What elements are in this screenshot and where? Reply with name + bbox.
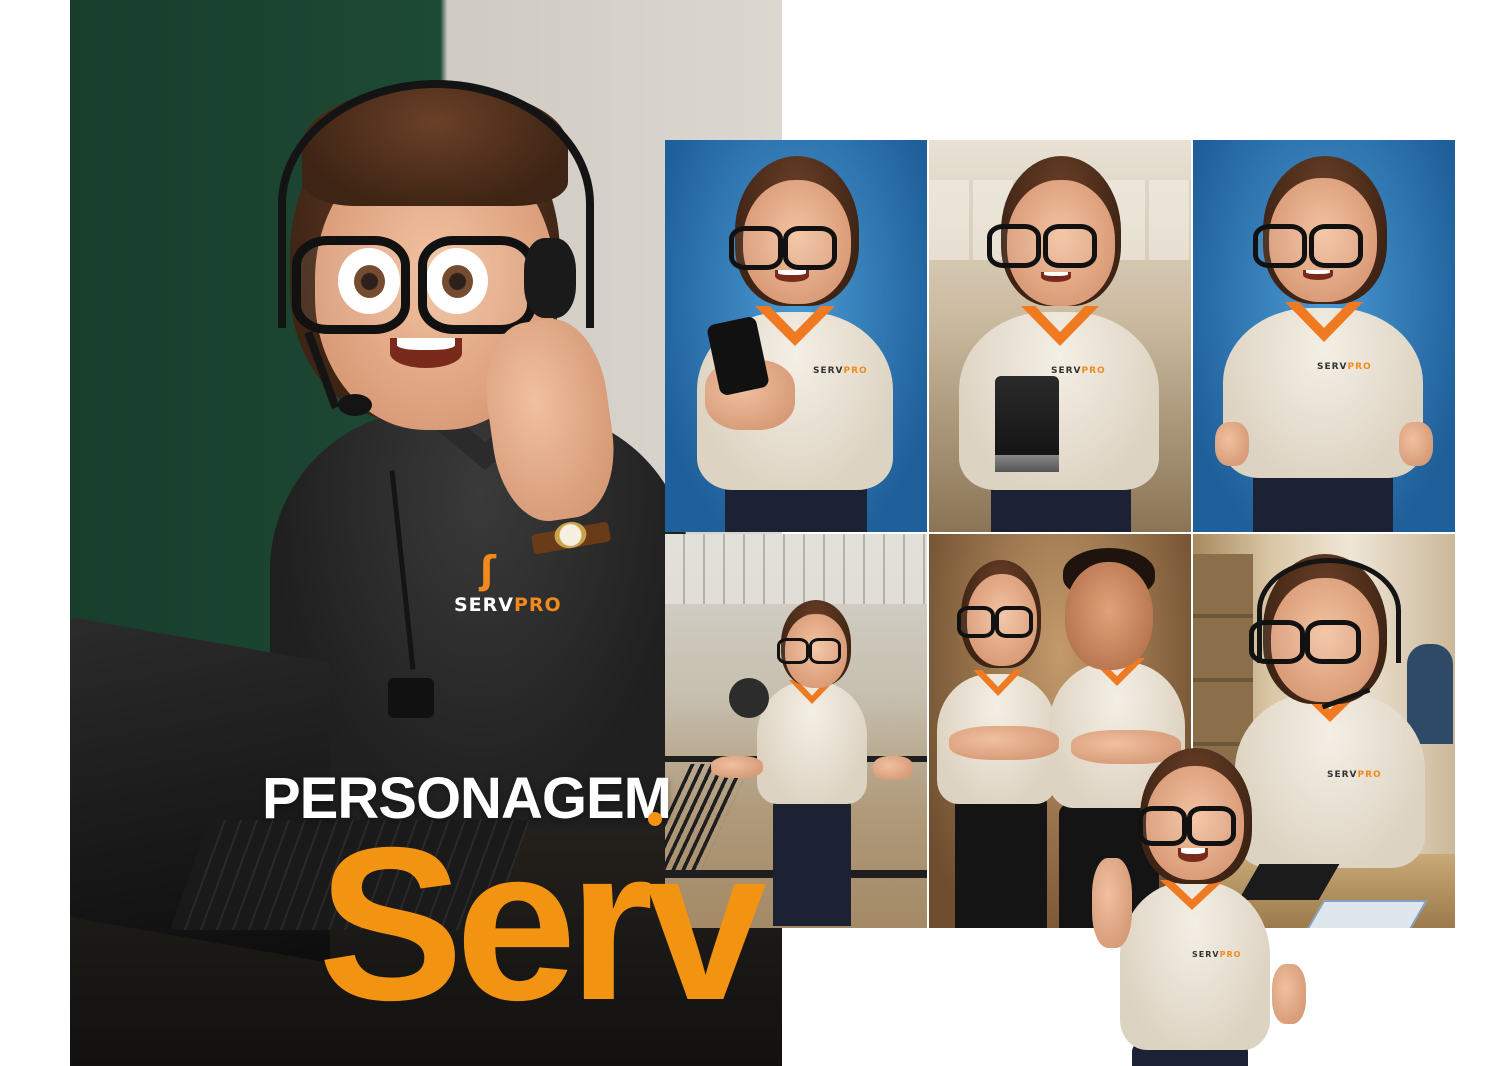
background-worker xyxy=(729,678,769,718)
cutout-pointing-character: SERVPRO xyxy=(1088,744,1312,1066)
thumb-holding-phone: SERVPRO xyxy=(665,140,927,532)
headset-icon xyxy=(1257,558,1401,663)
notepad xyxy=(1306,900,1428,928)
hero-logo-text: SERVPRO xyxy=(454,594,562,616)
hero-smile xyxy=(390,338,462,368)
title-accent-dot xyxy=(648,812,662,826)
servpro-logo-icon: ʃ xyxy=(480,548,496,592)
headset-earcup xyxy=(524,238,576,318)
badge-holder xyxy=(388,678,434,718)
device-icon xyxy=(995,376,1059,472)
title-serv: Serv xyxy=(318,803,767,1046)
pointing-hand-icon xyxy=(1092,858,1132,948)
thumb-hands-on-hips: SERVPRO xyxy=(1193,140,1455,532)
male-face xyxy=(1065,562,1153,670)
thumb-holding-device: SERVPRO xyxy=(929,140,1191,532)
background-coworker xyxy=(1407,644,1453,744)
polo-shirt xyxy=(1120,882,1270,1050)
microphone-icon xyxy=(338,394,372,416)
